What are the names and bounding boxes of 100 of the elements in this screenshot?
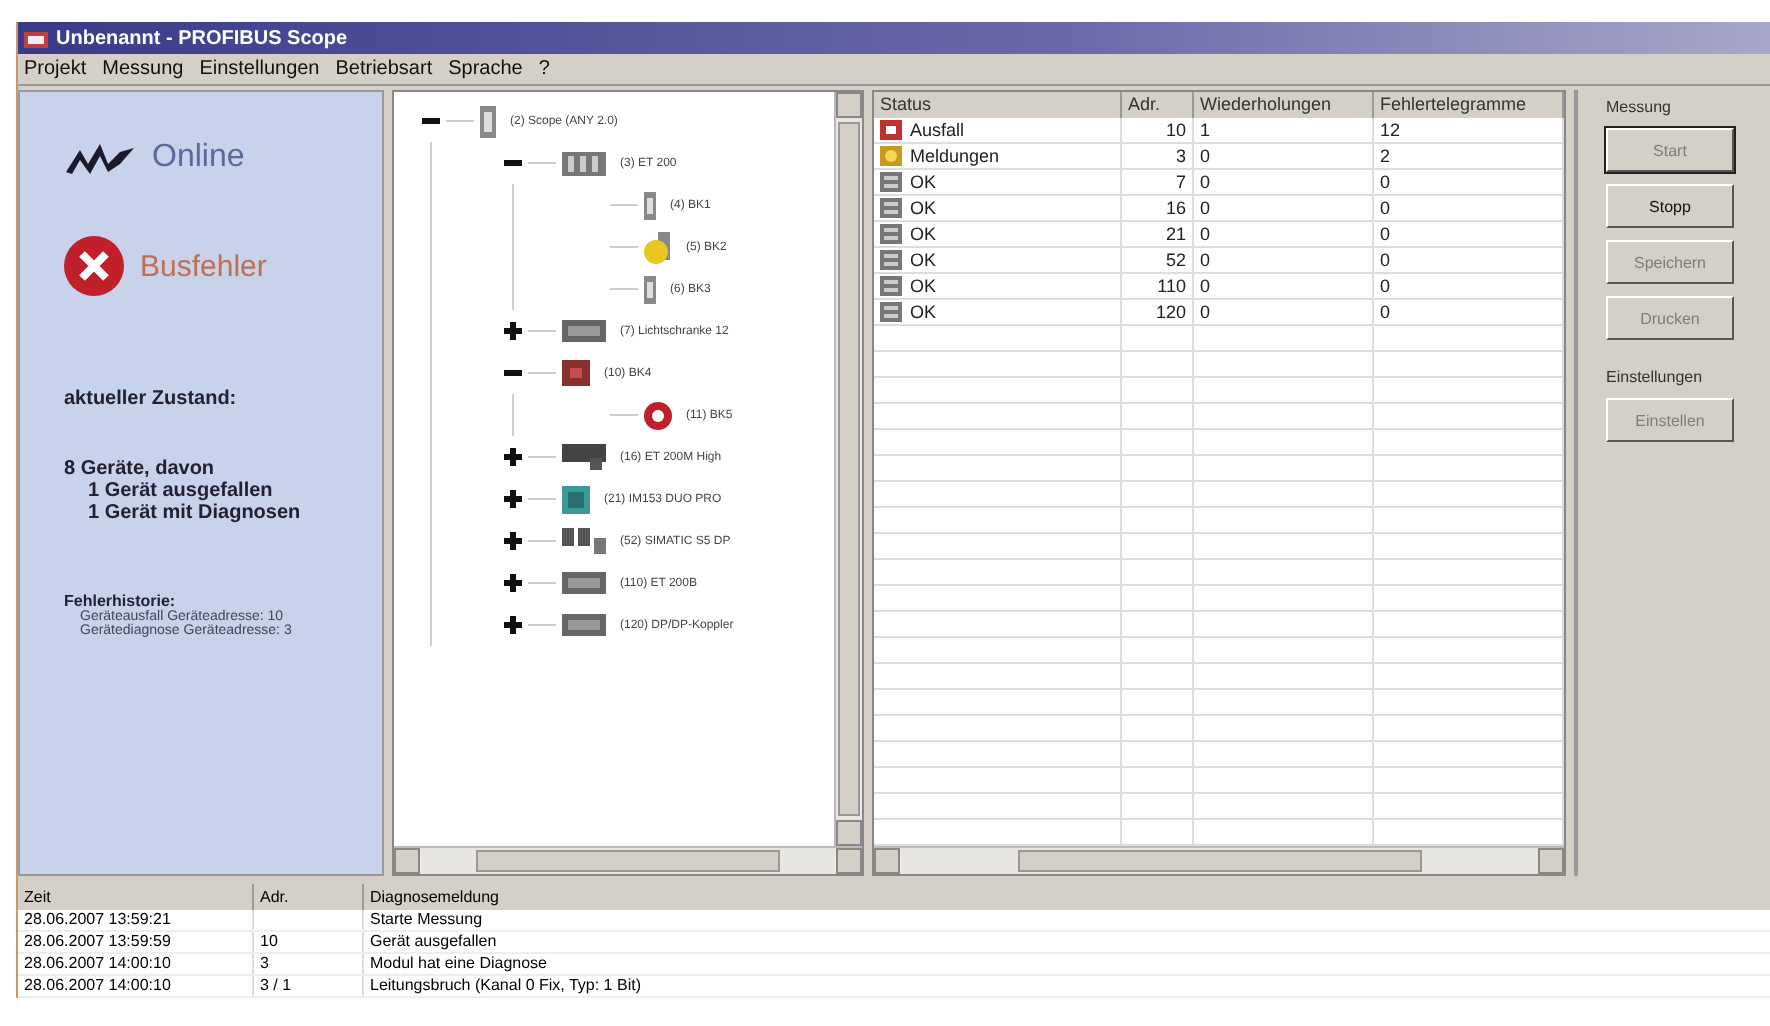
table-cell: 10 [254,932,364,952]
device-icon [880,250,902,270]
device-icon [880,198,902,218]
group-heading: Einstellungen [1606,368,1705,386]
bus-error-label: Busfehler [140,249,267,283]
device-summary-detail: 1 Gerät mit Diagnosen [86,502,303,524]
table-cell: Leitungsbruch (Kanal 0 Fix, Typ: 1 Bit) [364,976,1770,996]
expand-icon[interactable] [504,574,522,592]
device-icon [562,528,606,554]
column-header[interactable]: Status [874,92,1122,118]
device-icon [644,191,656,219]
column-header[interactable]: Diagnosemeldung [364,884,1770,910]
device-icon [562,614,606,636]
table-cell: 3 [254,954,364,974]
table-cell: Gerät ausgefallen [364,932,1770,952]
table-cell: OK [910,302,937,322]
menu-item[interactable]: Betriebsart [335,58,433,80]
table-cell: OK [910,276,937,296]
table-cell: 28.06.2007 14:00:10 [18,976,254,996]
device-icon [562,320,606,342]
expand-icon[interactable] [504,322,522,340]
table-cell: OK [910,250,937,270]
app-icon [24,28,48,48]
collapse-icon[interactable] [504,364,522,382]
table-cell: 28.06.2007 13:59:21 [18,910,254,930]
table-cell: 3 / 1 [254,976,364,996]
table-cell: 0 [1194,248,1374,272]
menu-item[interactable]: Einstellungen [199,58,320,80]
column-header[interactable]: Adr. [1122,92,1194,118]
table-cell: 0 [1194,196,1374,220]
table-cell: 0 [1194,170,1374,194]
history-heading: Fehlerhistorie: [64,592,176,610]
table-cell: 0 [1374,274,1564,298]
column-header[interactable]: Zeit [18,884,254,910]
expand-icon[interactable] [504,490,522,508]
menu-item[interactable]: Projekt [24,58,87,80]
device-summary: 8 Geräte, davon [64,458,217,480]
error-icon [64,236,124,296]
scrollbar[interactable] [834,92,862,846]
column-header[interactable]: Adr. [254,884,364,910]
table-cell: 7 [1122,170,1194,194]
device-icon [562,444,606,470]
expand-icon[interactable] [504,532,522,550]
table-cell: 12 [1374,118,1564,142]
device-icon [562,151,606,175]
warning-icon [880,146,902,166]
table-cell: 110 [1122,274,1194,298]
table-cell: 28.06.2007 14:00:10 [18,954,254,974]
scrollbar[interactable] [394,846,862,874]
menu-item[interactable]: Messung [102,58,184,80]
device-icon [480,105,496,137]
table-cell: 0 [1374,170,1564,194]
expand-icon[interactable] [504,616,522,634]
column-header[interactable]: Wiederholungen [1194,92,1374,118]
menu-item[interactable]: ? [538,58,550,80]
window-title: Unbenannt - PROFIBUS Scope [56,27,348,49]
table-cell: 0 [1374,248,1564,272]
table-cell: 28.06.2007 13:59:59 [18,932,254,952]
device-icon [644,275,656,303]
table-cell: 16 [1122,196,1194,220]
group-heading: Messung [1606,98,1673,116]
table-cell: OK [910,224,937,244]
device-summary-detail: 1 Gerät ausgefallen [86,480,275,502]
table-cell: 120 [1122,300,1194,324]
device-icon [880,172,902,192]
table-cell: 21 [1122,222,1194,246]
table-cell: 2 [1374,144,1564,168]
table-cell: 10 [1122,118,1194,142]
table-cell: 0 [1194,274,1374,298]
signal-wave-icon [64,140,136,176]
action-button[interactable]: Stopp [1606,184,1734,228]
online-label: Online [152,140,245,176]
table-cell: OK [910,172,937,192]
device-icon [880,224,902,244]
collapse-icon[interactable] [422,112,440,130]
warning-icon [644,231,672,263]
menu-item[interactable]: Sprache [448,58,523,80]
table-cell: Starte Messung [364,910,1770,930]
error-icon [644,401,672,429]
table-cell: 0 [1194,144,1374,168]
table-cell: 0 [1374,196,1564,220]
column-header[interactable]: Fehlertelegramme [1374,92,1564,118]
device-icon [880,302,902,322]
table-cell: 0 [1194,300,1374,324]
table-cell: 52 [1122,248,1194,272]
state-heading: aktueller Zustand: [64,388,239,410]
device-icon [562,572,606,594]
table-cell: 0 [1374,222,1564,246]
table-cell: 0 [1374,300,1564,324]
scrollbar[interactable] [874,846,1564,874]
table-cell: 3 [1122,144,1194,168]
table-cell: Meldungen [910,146,1000,166]
device-icon [562,485,590,513]
error-icon [880,120,902,140]
collapse-icon[interactable] [504,154,522,172]
table-cell: Modul hat eine Diagnose [364,954,1770,974]
table-cell: Ausfall [910,120,965,140]
device-icon [880,276,902,296]
expand-icon[interactable] [504,448,522,466]
table-cell: OK [910,198,937,218]
